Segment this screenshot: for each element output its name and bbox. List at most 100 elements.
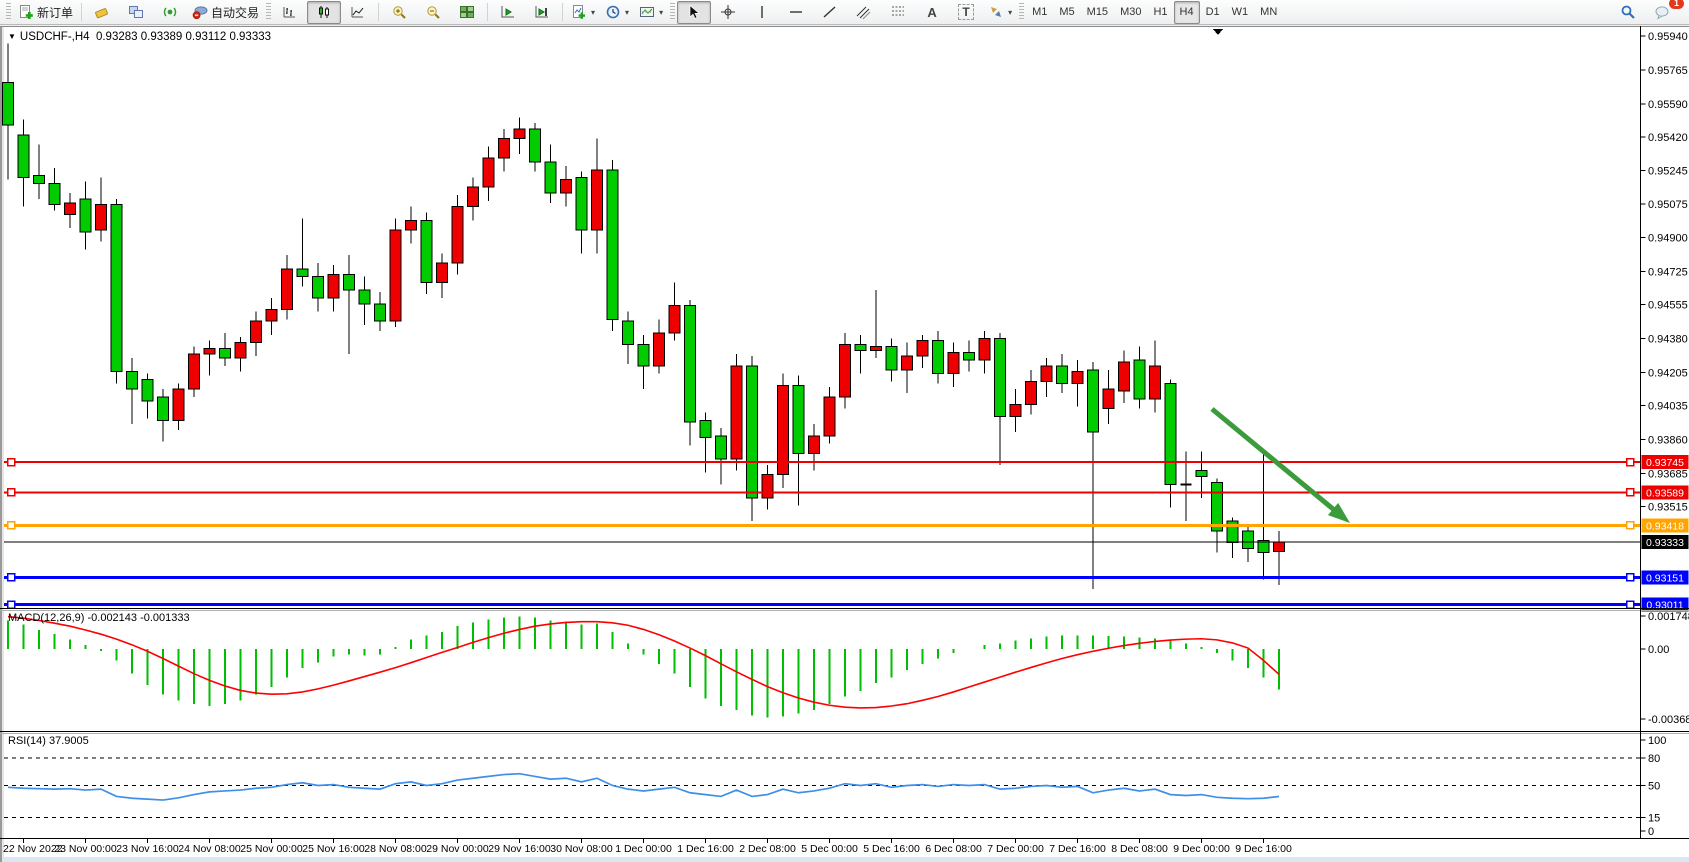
search-icon <box>1620 4 1636 20</box>
line-handle[interactable] <box>8 574 15 581</box>
svg-text:0.94035: 0.94035 <box>1648 401 1688 413</box>
svg-text:0.94205: 0.94205 <box>1648 368 1688 380</box>
svg-text:0.93685: 0.93685 <box>1648 469 1688 481</box>
crosshair-icon <box>720 4 736 20</box>
text-tool-icon: A <box>927 5 936 20</box>
new-order-label: 新订单 <box>37 4 73 21</box>
timeframe-m5-button[interactable]: M5 <box>1053 1 1080 24</box>
bar-chart-button[interactable] <box>273 1 307 24</box>
horizontal-line-tool-button[interactable] <box>779 1 813 24</box>
time-label: 9 Dec 00:00 <box>1173 843 1230 855</box>
tile-windows-icon <box>459 4 475 20</box>
timeframe-m30-button[interactable]: M30 <box>1114 1 1147 24</box>
bar-chart-icon <box>282 4 298 20</box>
svg-text:0.95940: 0.95940 <box>1648 31 1688 43</box>
notifications-button[interactable]: 1 <box>1645 1 1679 24</box>
price-axis: 0.959400.957650.955900.954200.952450.950… <box>1641 31 1688 514</box>
ohlc-high: 0.93389 <box>141 31 183 43</box>
signals-button[interactable] <box>153 1 187 24</box>
templates-button[interactable]: ▾ <box>634 1 668 24</box>
svg-text:0.94380: 0.94380 <box>1648 334 1688 346</box>
time-label: 30 Nov 08:00 <box>550 843 613 855</box>
label-tool-button[interactable]: T <box>949 1 983 24</box>
auto-trading-label: 自动交易 <box>211 4 259 21</box>
time-label: 28 Nov 08:00 <box>364 843 427 855</box>
line-handle[interactable] <box>8 459 15 466</box>
line-handle[interactable] <box>1627 522 1634 529</box>
auto-scroll-icon <box>500 4 516 20</box>
time-label: 24 Nov 08:00 <box>178 843 241 855</box>
svg-text:0.93333: 0.93333 <box>1646 537 1684 549</box>
time-label: 6 Dec 08:00 <box>925 843 982 855</box>
auto-scroll-button[interactable] <box>491 1 525 24</box>
line-handle[interactable] <box>1627 459 1634 466</box>
svg-text:80: 80 <box>1648 753 1660 765</box>
cursor-tool-button[interactable] <box>677 1 711 24</box>
trendline-icon <box>822 4 838 20</box>
monitors-icon <box>128 4 144 20</box>
timeframe-w1-button[interactable]: W1 <box>1226 1 1255 24</box>
dropdown-caret-icon: ▾ <box>659 8 663 17</box>
line-handle[interactable] <box>1627 574 1634 581</box>
periods-button[interactable]: ▾ <box>600 1 634 24</box>
indicators-button[interactable]: ▾ <box>566 1 600 24</box>
clock-icon <box>605 4 621 20</box>
candlestick-chart-button[interactable] <box>307 1 341 24</box>
rsi-name: RSI(14) <box>8 735 46 747</box>
macd-main-value: -0.002143 <box>87 612 137 624</box>
zoom-out-button[interactable] <box>416 1 450 24</box>
timeframe-h4-button[interactable]: H4 <box>1174 1 1200 24</box>
time-label: 25 Nov 16:00 <box>302 843 365 855</box>
chart-shift-button[interactable] <box>525 1 559 24</box>
time-label: 23 Nov 00:00 <box>54 843 117 855</box>
trendline-tool-button[interactable] <box>813 1 847 24</box>
svg-text:0.93151: 0.93151 <box>1646 572 1684 584</box>
candle <box>778 374 789 489</box>
timeframe-m15-button[interactable]: M15 <box>1081 1 1114 24</box>
svg-text:0.94900: 0.94900 <box>1648 233 1688 245</box>
auto-trading-button[interactable]: 自动交易 <box>187 1 264 24</box>
macd-signal-value: -0.001333 <box>140 612 190 624</box>
ohlc-close: 0.93333 <box>229 31 271 43</box>
time-label: 29 Nov 00:00 <box>426 843 489 855</box>
chart-info-line: ▼USDCHF-,H4 0.93283 0.93389 0.93112 0.93… <box>8 31 271 43</box>
svg-text:0.93418: 0.93418 <box>1646 520 1684 532</box>
channel-tool-button[interactable] <box>847 1 881 24</box>
time-label: 23 Nov 16:00 <box>116 843 179 855</box>
line-handle[interactable] <box>1627 489 1634 496</box>
profiles-button[interactable] <box>119 1 153 24</box>
zoom-in-icon <box>391 4 407 20</box>
new-order-button[interactable]: 新订单 <box>13 1 78 24</box>
arrows-icon <box>988 4 1004 20</box>
crosshair-tool-button[interactable] <box>711 1 745 24</box>
svg-text:15: 15 <box>1648 812 1660 824</box>
line-chart-button[interactable] <box>341 1 375 24</box>
main-toolbar: 新订单 自动交易 <box>0 0 1689 25</box>
line-handle[interactable] <box>8 601 15 608</box>
svg-text:100: 100 <box>1648 735 1666 747</box>
vertical-line-tool-button[interactable] <box>745 1 779 24</box>
timeframe-mn-button[interactable]: MN <box>1254 1 1283 24</box>
eraser-button[interactable] <box>85 1 119 24</box>
line-handle[interactable] <box>8 522 15 529</box>
line-chart-icon <box>350 4 366 20</box>
time-label: 1 Dec 00:00 <box>615 843 672 855</box>
ohlc-low: 0.93112 <box>186 31 227 43</box>
time-label: 9 Dec 16:00 <box>1235 843 1292 855</box>
time-label: 29 Nov 16:00 <box>488 843 551 855</box>
zoom-in-button[interactable] <box>382 1 416 24</box>
text-tool-button[interactable]: A <box>915 1 949 24</box>
timeframe-m1-button[interactable]: M1 <box>1026 1 1053 24</box>
timeframe-h1-button[interactable]: H1 <box>1147 1 1173 24</box>
toolbar-separator <box>487 3 488 21</box>
indicators-icon <box>571 4 587 20</box>
line-handle[interactable] <box>8 489 15 496</box>
symbol-dropdown-icon[interactable]: ▼ <box>8 32 16 41</box>
tile-windows-button[interactable] <box>450 1 484 24</box>
search-button[interactable] <box>1611 1 1645 24</box>
line-handle[interactable] <box>1627 601 1634 608</box>
timeframe-d1-button[interactable]: D1 <box>1200 1 1226 24</box>
fibonacci-tool-button[interactable] <box>881 1 915 24</box>
svg-text:0.95245: 0.95245 <box>1648 166 1688 178</box>
arrows-tool-button[interactable]: ▾ <box>983 1 1017 24</box>
